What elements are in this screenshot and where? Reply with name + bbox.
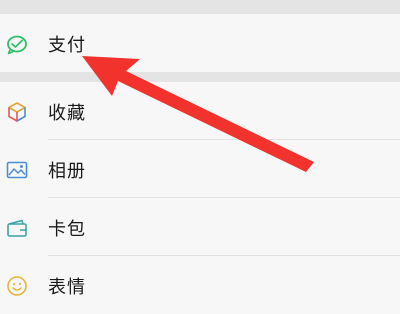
menu-item-stickers-label: 表情 xyxy=(48,277,86,298)
card-wallet-icon xyxy=(6,217,28,239)
album-image-icon xyxy=(6,159,28,181)
menu-item-pay-label: 支付 xyxy=(48,35,86,56)
favorites-cube-icon xyxy=(6,101,28,123)
menu-item-pay[interactable]: 支付 xyxy=(0,14,400,72)
menu-item-cards-label: 卡包 xyxy=(48,219,86,240)
menu-item-album[interactable]: 相册 xyxy=(0,140,400,198)
menu-item-favorites[interactable]: 收藏 xyxy=(0,82,400,140)
me-tab-settings-list: 支付 收藏 相册 卡包 表情 xyxy=(0,0,400,314)
wechat-pay-icon xyxy=(6,33,28,55)
menu-item-stickers[interactable]: 表情 xyxy=(0,256,400,314)
section-gap xyxy=(0,72,400,82)
menu-item-favorites-label: 收藏 xyxy=(48,103,86,124)
section-gap xyxy=(0,0,400,14)
menu-item-cards[interactable]: 卡包 xyxy=(0,198,400,256)
menu-item-album-label: 相册 xyxy=(48,161,86,182)
emoji-smile-icon xyxy=(6,275,28,297)
